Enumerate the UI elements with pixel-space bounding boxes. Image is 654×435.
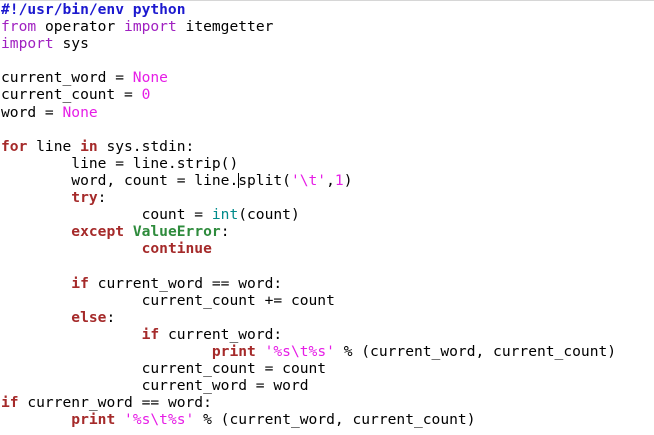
code-token: None [132, 69, 168, 87]
code-line[interactable]: ​ [1, 257, 616, 274]
code-token: line = line.strip() [1, 154, 239, 172]
code-token: count = [1, 206, 212, 224]
code-token: : [97, 189, 107, 207]
code-token: else [71, 308, 107, 326]
code-token: operator [36, 18, 125, 36]
code-token: itemgetter [176, 18, 274, 36]
code-line[interactable]: current_word = word [1, 377, 616, 394]
code-token: ValueError [132, 223, 221, 241]
code-token: split( [238, 171, 291, 189]
code-line[interactable]: from operator import itemgetter [1, 18, 616, 35]
code-token: None [62, 103, 98, 121]
code-line[interactable]: ​ [1, 121, 616, 138]
code-token: import [124, 18, 177, 36]
code-line[interactable]: line = line.strip() [1, 155, 616, 172]
code-line[interactable]: print '%s\t%s' % (current_word, current_… [1, 343, 616, 360]
code-token: (count) [238, 206, 300, 224]
code-line[interactable]: current_count = count [1, 360, 616, 377]
code-line[interactable]: else: [1, 309, 616, 326]
code-token: current_word == word: [88, 274, 283, 292]
code-token: 0 [141, 86, 151, 104]
code-line[interactable]: if current_word == word: [1, 275, 616, 292]
code-line[interactable]: current_count = 0 [1, 86, 616, 103]
code-token: except [71, 223, 125, 241]
code-line[interactable]: current_word = None [1, 69, 616, 86]
code-token: current_count = count [1, 359, 327, 377]
code-token: #!/usr/bin/env python [1, 1, 186, 18]
code-token: if [1, 394, 19, 412]
code-line[interactable]: word, count = line.split('\t',1) [1, 172, 616, 189]
code-line[interactable]: print '%s\t%s' % (current_word, current_… [1, 411, 616, 428]
code-token: print [71, 411, 116, 429]
code-line[interactable]: count = int(count) [1, 206, 616, 223]
code-token: if [141, 325, 160, 343]
code-token: current_count = [1, 86, 142, 104]
code-token: % (current_word, current_count) [194, 411, 476, 429]
code-token: word = [1, 103, 63, 121]
code-token: sys.stdin: [97, 137, 195, 155]
code-token: : [220, 223, 230, 241]
code-token: ) [343, 171, 353, 189]
code-line[interactable]: ​ [1, 52, 616, 69]
code-token: '\t' [290, 171, 327, 189]
code-token: % (current_word, current_count) [334, 342, 617, 360]
code-token: current_word = [1, 69, 133, 87]
code-token: import [1, 35, 54, 53]
code-token: from [1, 18, 37, 36]
code-line[interactable]: current_count += count [1, 292, 616, 309]
code-line[interactable]: try: [1, 189, 616, 206]
code-line[interactable]: continue [1, 240, 616, 257]
code-line[interactable]: word = None [1, 104, 616, 121]
code-token: '%s\t%s' [124, 411, 195, 429]
code-token: current_word = word [1, 377, 309, 395]
code-line[interactable]: import sys [1, 35, 616, 52]
code-token: current_count += count [1, 291, 335, 309]
code-token: int [211, 206, 239, 224]
code-token: currenr_word == word: [18, 394, 212, 412]
code-line[interactable]: if current_word: [1, 326, 616, 343]
code-line[interactable]: for line in sys.stdin: [1, 138, 616, 155]
code-token: try [71, 189, 98, 207]
code-editor[interactable]: #!/usr/bin/env python from operator impor… [0, 0, 654, 435]
code-token: , [326, 171, 335, 189]
code-text-area[interactable]: #!/usr/bin/env python from operator impor… [1, 1, 616, 428]
code-line[interactable]: if currenr_word == word: [1, 394, 616, 411]
code-line[interactable]: #!/usr/bin/env python [1, 1, 616, 18]
code-token: current_word: [159, 325, 283, 343]
code-token: if [71, 274, 89, 292]
code-token: : [106, 308, 116, 326]
code-token: 1 [334, 171, 344, 189]
code-token: sys [53, 35, 89, 53]
code-token: for [1, 137, 28, 155]
code-token: print [211, 342, 256, 360]
code-token: word, count = line. [1, 171, 239, 189]
code-token: continue [141, 240, 212, 258]
code-token: in [80, 137, 98, 155]
code-line[interactable]: except ValueError: [1, 223, 616, 240]
code-token: '%s\t%s' [264, 342, 335, 360]
code-token: line [27, 137, 81, 155]
